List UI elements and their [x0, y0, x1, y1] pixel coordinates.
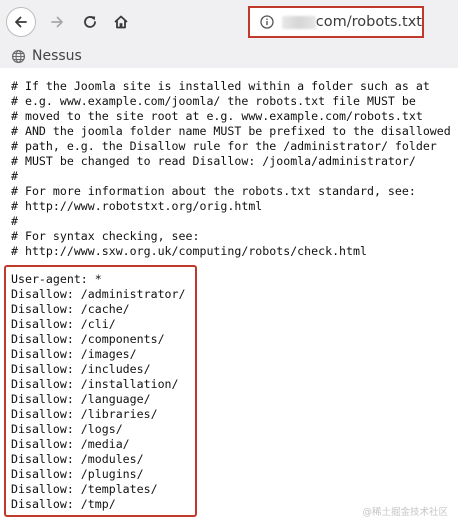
comment-line: # AND the joomla folder name MUST be pre… [11, 124, 451, 138]
home-icon [114, 15, 128, 29]
rule-line: Disallow: /logs/ [11, 422, 123, 436]
highlighted-rules-box: User-agent: * Disallow: /administrator/ … [4, 265, 197, 517]
comment-line: # [11, 214, 18, 228]
rule-line: Disallow: /libraries/ [11, 407, 158, 421]
rule-line: Disallow: /components/ [11, 332, 165, 346]
address-bar[interactable]: com/robots.txt [248, 6, 424, 38]
watermark: @稀土掘金技术社区 [362, 507, 448, 518]
info-icon[interactable] [260, 15, 274, 29]
rule-line: Disallow: /administrator/ [11, 287, 186, 301]
rule-line: Disallow: /plugins/ [11, 467, 144, 481]
bookmark-nessus[interactable]: Nessus [10, 46, 82, 66]
comment-line: # http://www.sxw.org.uk/computing/robots… [11, 244, 367, 258]
page-content: # If the Joomla site is installed within… [0, 68, 458, 524]
bookmark-label: Nessus [32, 48, 82, 64]
comment-line: # http://www.robotstxt.org/orig.html [11, 199, 263, 213]
rule-line: User-agent: * [11, 272, 102, 286]
rule-line: Disallow: /templates/ [11, 482, 158, 496]
rule-line: Disallow: /tmp/ [11, 497, 116, 511]
home-button[interactable] [106, 7, 136, 37]
arrow-left-icon [15, 16, 27, 28]
comment-line: # moved to the site root at e.g. www.exa… [11, 109, 423, 123]
comment-line: # For syntax checking, see: [11, 229, 200, 243]
robots-rules-block: User-agent: * Disallow: /administrator/ … [11, 272, 186, 512]
browser-window: com/robots.txt Nessus # If the Joomla si… [0, 0, 458, 524]
robots-comment-block: # If the Joomla site is installed within… [11, 79, 455, 259]
comment-line: # e.g. www.example.com/joomla/ the robot… [11, 94, 416, 108]
redacted-domain [282, 15, 316, 29]
comment-line: # If the Joomla site is installed within… [11, 79, 430, 93]
rule-line: Disallow: /includes/ [11, 362, 151, 376]
globe-icon [10, 48, 26, 64]
arrow-right-icon [51, 16, 63, 28]
rule-line: Disallow: /media/ [11, 437, 130, 451]
url-text: com/robots.txt [315, 14, 422, 30]
rule-line: Disallow: /modules/ [11, 452, 144, 466]
comment-line: # [11, 169, 18, 183]
comment-line: # For more information about the robots.… [11, 184, 416, 198]
rule-line: Disallow: /images/ [11, 347, 137, 361]
back-button[interactable] [6, 7, 36, 37]
forward-button[interactable] [42, 7, 72, 37]
browser-toolbar: com/robots.txt [0, 0, 458, 44]
rule-line: Disallow: /installation/ [11, 377, 179, 391]
comment-line: # path, e.g. the Disallow rule for the /… [11, 139, 437, 153]
rule-line: Disallow: /cli/ [11, 317, 116, 331]
bookmarks-bar: Nessus [0, 44, 458, 68]
reload-button[interactable] [75, 7, 105, 37]
comment-line: # MUST be changed to read Disallow: /joo… [11, 154, 416, 168]
reload-icon [84, 16, 96, 28]
rule-line: Disallow: /language/ [11, 392, 151, 406]
rule-line: Disallow: /cache/ [11, 302, 130, 316]
